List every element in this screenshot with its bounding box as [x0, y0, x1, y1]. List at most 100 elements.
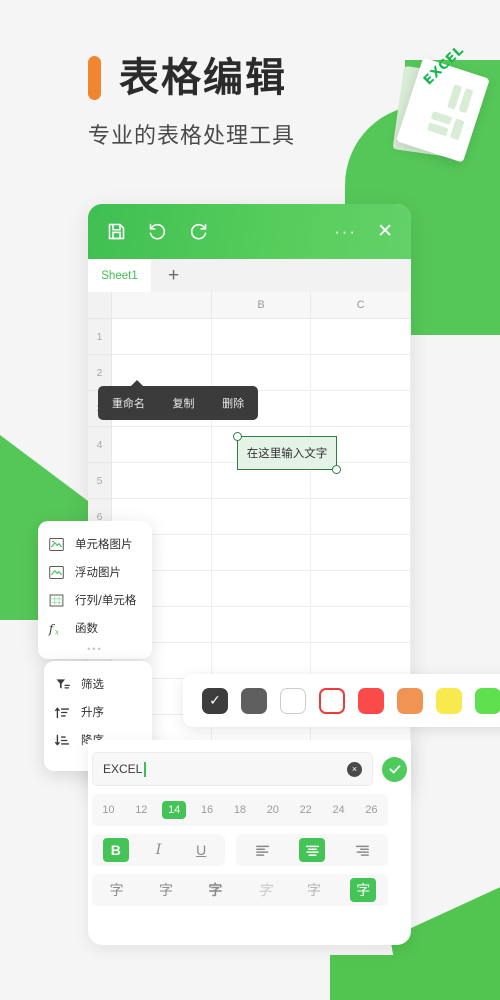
color-swatch-gray[interactable] [241, 687, 267, 714]
grid-cell[interactable] [211, 607, 312, 643]
font-size-14[interactable]: 14 [162, 801, 187, 819]
redo-icon[interactable] [188, 221, 209, 242]
color-palette: ✓ [183, 674, 500, 727]
grid-cell[interactable] [311, 535, 411, 571]
page-title: 表格编辑 [119, 55, 287, 101]
sort-menu-item-filter[interactable]: 筛选 [44, 670, 152, 698]
grid-cell[interactable] [311, 571, 411, 607]
column-header-b[interactable]: B [211, 292, 312, 318]
sort-descending-icon [54, 732, 71, 749]
color-swatch-red[interactable] [358, 687, 384, 714]
font-size-22[interactable]: 22 [294, 801, 318, 819]
context-menu-delete[interactable]: 删除 [222, 395, 244, 411]
font-size-selector: 10 12 14 16 18 20 22 24 26 [92, 794, 388, 826]
grid-cell[interactable] [311, 391, 411, 427]
grid-cell[interactable] [311, 607, 411, 643]
italic-button[interactable]: I [145, 838, 171, 862]
align-left-button[interactable] [250, 838, 276, 862]
column-header-c[interactable]: C [311, 292, 411, 318]
font-size-10[interactable]: 10 [96, 801, 120, 819]
insert-menu-more-dots[interactable]: ••• [38, 642, 152, 654]
color-swatch-black[interactable]: ✓ [202, 687, 228, 714]
close-icon[interactable]: ✕ [377, 220, 393, 243]
color-swatch-green[interactable] [475, 687, 500, 714]
table-row [112, 571, 411, 607]
grid-cell[interactable] [211, 535, 312, 571]
check-icon: ✓ [209, 692, 221, 708]
formula-input[interactable]: EXCEL × [92, 752, 373, 786]
row-header[interactable]: 1 [88, 319, 112, 355]
row-header[interactable]: 4 [88, 427, 112, 463]
context-menu-rename[interactable]: 重命名 [112, 395, 145, 411]
hero-accent-bar [88, 56, 101, 100]
undo-icon[interactable] [147, 221, 168, 242]
cell-image-icon [48, 536, 65, 553]
alignment-group [236, 834, 388, 866]
sheet-tab-sheet1[interactable]: Sheet1 [88, 259, 151, 292]
save-icon[interactable] [106, 221, 127, 242]
insert-menu-item-function[interactable]: f x 函数 [38, 614, 152, 642]
add-sheet-button[interactable]: + [151, 259, 196, 292]
grid-cell[interactable] [311, 355, 411, 391]
insert-menu-label: 浮动图片 [75, 565, 121, 579]
insert-menu-label: 函数 [75, 621, 98, 635]
font-size-26[interactable]: 26 [359, 801, 383, 819]
column-header-a[interactable] [112, 292, 212, 318]
clear-input-button[interactable]: × [347, 761, 362, 777]
editor-panel: EXCEL × 10 12 14 16 18 20 22 24 26 B I U… [88, 752, 411, 906]
color-swatch-red-outline[interactable] [319, 687, 345, 714]
insert-menu-popup: 单元格图片 浮动图片 行列/单元格 f x 函数 ••• [38, 521, 152, 659]
align-right-button[interactable] [348, 838, 374, 862]
text-caret [144, 761, 146, 777]
underline-button[interactable]: U [188, 838, 214, 862]
typeface-light[interactable]: 字 [301, 878, 327, 902]
grid-cell[interactable] [112, 319, 212, 355]
grid-cell[interactable] [112, 427, 212, 463]
bold-button[interactable]: B [102, 838, 129, 862]
sort-menu-label: 升序 [81, 705, 104, 719]
color-swatch-yellow[interactable] [436, 687, 462, 714]
grid-cell[interactable] [311, 499, 411, 535]
typeface-selected[interactable]: 字 [350, 878, 377, 902]
grid-cell[interactable] [311, 319, 411, 355]
selection-handle-top-left[interactable] [233, 432, 242, 441]
font-size-12[interactable]: 12 [129, 801, 153, 819]
color-swatch-white[interactable] [280, 687, 306, 714]
confirm-button[interactable] [382, 756, 407, 782]
font-size-24[interactable]: 24 [326, 801, 350, 819]
background-shape-bottom-strip [330, 955, 500, 1000]
typeface-bold[interactable]: 字 [202, 878, 228, 902]
typeface-selector: 字 字 字 字 字 字 [92, 874, 388, 906]
typeface-serif[interactable]: 字 [153, 878, 179, 902]
function-fx-icon: f x [48, 620, 65, 637]
row-header[interactable]: 5 [88, 463, 112, 499]
typeface-italic[interactable]: 字 [252, 878, 278, 902]
sort-ascending-icon [54, 704, 71, 721]
selected-cell-text: 在这里输入文字 [246, 446, 328, 460]
format-toolbar: B I U [92, 834, 411, 866]
doc-bar [449, 118, 465, 141]
grid-cell[interactable] [211, 319, 312, 355]
insert-menu-item-rows-columns[interactable]: 行列/单元格 [38, 586, 152, 614]
doc-bar [430, 111, 453, 125]
insert-menu-item-cell-image[interactable]: 单元格图片 [38, 530, 152, 558]
grid-cell[interactable] [211, 499, 312, 535]
context-menu-duplicate[interactable]: 复制 [172, 395, 194, 411]
color-swatch-orange[interactable] [397, 687, 423, 714]
more-options-icon[interactable]: ··· [334, 223, 357, 240]
selected-cell[interactable]: 在这里输入文字 [233, 432, 341, 474]
grid-cell[interactable] [112, 463, 212, 499]
hero-title-row: 表格编辑 [0, 56, 380, 100]
insert-menu-item-floating-image[interactable]: 浮动图片 [38, 558, 152, 586]
font-size-18[interactable]: 18 [228, 801, 252, 819]
font-size-20[interactable]: 20 [261, 801, 285, 819]
align-center-button[interactable] [299, 838, 325, 862]
font-size-16[interactable]: 16 [195, 801, 219, 819]
text-style-group: B I U [92, 834, 225, 866]
sort-menu-item-ascending[interactable]: 升序 [44, 698, 152, 726]
table-row [112, 607, 411, 643]
insert-menu-label: 行列/单元格 [75, 593, 137, 607]
grid-cell[interactable] [211, 571, 312, 607]
selection-handle-bottom-right[interactable] [332, 465, 341, 474]
typeface-regular[interactable]: 字 [104, 878, 130, 902]
